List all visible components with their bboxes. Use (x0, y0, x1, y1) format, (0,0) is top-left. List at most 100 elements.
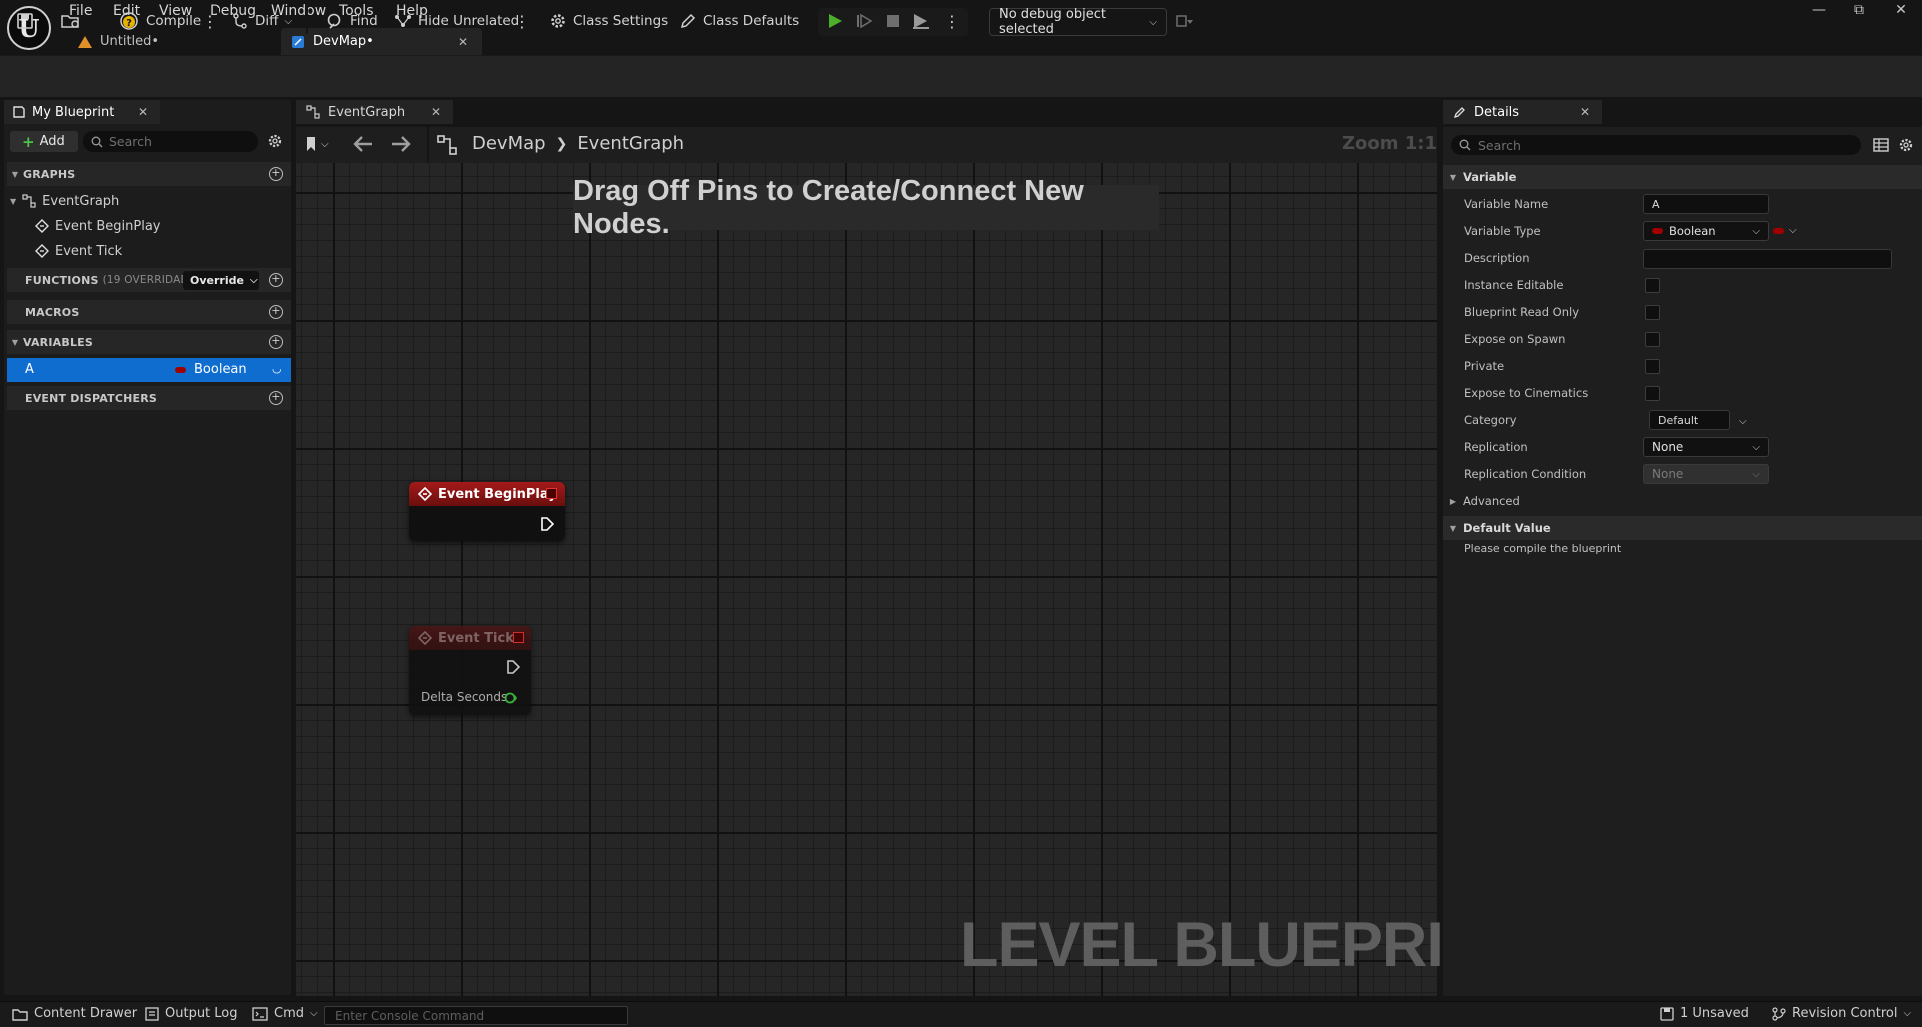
tab-details[interactable]: Details ✕ (1443, 100, 1602, 124)
content-drawer-button[interactable]: Content Drawer (12, 1006, 137, 1021)
compile-button[interactable]: ? Compile (118, 6, 201, 36)
section-variable[interactable]: ▼ Variable (1443, 165, 1922, 189)
add-dispatcher-icon[interactable]: + (269, 391, 283, 405)
stop-button[interactable] (884, 6, 902, 36)
replication-condition-dropdown[interactable]: None ⌵ (1643, 464, 1769, 484)
add-function-icon[interactable]: + (269, 273, 283, 287)
private-checkbox[interactable] (1645, 359, 1660, 374)
section-variables[interactable]: ▼ VARIABLES + (7, 330, 291, 354)
debug-object-select[interactable]: No debug object selected ⌵ (989, 7, 1167, 37)
expand-arrow-icon: ▶ (1449, 496, 1457, 506)
graph-icon (306, 105, 320, 119)
variable-name-input[interactable]: A (1643, 194, 1769, 214)
revision-control-dropdown[interactable]: Revision Control ⌵ (1772, 1006, 1911, 1021)
graph-header (296, 127, 1437, 163)
expose-on-spawn-checkbox[interactable] (1645, 332, 1660, 347)
collapse-arrow-icon: ▼ (11, 169, 19, 179)
close-icon[interactable]: ✕ (431, 105, 441, 119)
compile-options-button[interactable]: ⋮ (202, 6, 218, 36)
close-icon[interactable]: ✕ (1580, 105, 1590, 119)
graph-hierarchy-button[interactable] (437, 135, 457, 155)
step-button[interactable] (855, 6, 873, 36)
search-input[interactable]: Search (83, 131, 258, 152)
override-dropdown[interactable]: Override ⌵ (183, 271, 259, 290)
eject-button[interactable] (911, 6, 931, 36)
graph-hint: Drag Off Pins to Create/Connect New Node… (573, 175, 1159, 240)
add-macro-icon[interactable]: + (269, 305, 283, 319)
debug-filter-button[interactable] (1175, 6, 1195, 36)
close-icon[interactable]: ✕ (458, 35, 468, 49)
delegate-pin-icon[interactable] (513, 632, 524, 643)
find-button[interactable]: Find (326, 6, 378, 36)
section-macros[interactable]: MACROS + (7, 300, 291, 324)
bookmark-button[interactable]: ⌵ (305, 136, 329, 152)
diff-button[interactable]: Diff ⌵ (231, 6, 292, 36)
cmd-dropdown[interactable]: Cmd ⌵ (252, 1006, 318, 1021)
add-button[interactable]: + Add (10, 131, 78, 152)
graph-canvas[interactable] (296, 163, 1437, 996)
tab-my-blueprint[interactable]: My Blueprint ✕ (4, 100, 160, 124)
exec-pin-icon[interactable] (506, 659, 520, 675)
eye-icon[interactable]: ◡ (272, 362, 282, 375)
restore-icon[interactable]: ⧉ (1849, 2, 1869, 22)
section-event-dispatchers[interactable]: EVENT DISPATCHERS + (7, 386, 291, 410)
output-log-button[interactable]: Output Log (145, 1006, 238, 1021)
tree-item-event-beginplay[interactable]: Event BeginPlay (35, 215, 161, 237)
prop-label-instance-editable: Instance Editable (1464, 278, 1564, 292)
section-advanced-label: Advanced (1463, 494, 1520, 508)
forward-button[interactable] (390, 134, 412, 154)
hide-unrelated-options-button[interactable]: ⋮ (514, 6, 530, 36)
section-advanced[interactable]: ▶ Advanced (1443, 489, 1922, 513)
container-type-dropdown[interactable]: ⌵ (1773, 225, 1797, 236)
play-button[interactable] (826, 6, 844, 36)
category-dropdown[interactable]: ⌵ (1739, 413, 1747, 427)
minimize-icon[interactable]: — (1809, 2, 1829, 22)
save-button[interactable] (16, 6, 34, 36)
class-defaults-button[interactable]: Class Defaults (679, 6, 799, 36)
section-default-value[interactable]: ▼ Default Value (1443, 516, 1922, 540)
tree-item-event-tick[interactable]: Event Tick (35, 240, 122, 262)
expose-to-cinematics-checkbox[interactable] (1645, 386, 1660, 401)
content-drawer-icon (12, 1008, 28, 1021)
variable-row[interactable]: A Boolean ◡ (7, 358, 291, 382)
add-variable-icon[interactable]: + (269, 335, 283, 349)
tree-item-eventgraph[interactable]: ▼ EventGraph (10, 190, 119, 212)
variable-type: Boolean (194, 362, 247, 377)
section-graphs[interactable]: ▼ GRAPHS + (7, 162, 291, 186)
node-event-tick[interactable]: Event Tick Delta Seconds (409, 626, 531, 715)
hide-unrelated-button[interactable]: Hide Unrelated (394, 6, 519, 36)
console-command-input[interactable]: Enter Console Command (324, 1006, 628, 1025)
close-window-icon[interactable]: ✕ (1891, 2, 1911, 22)
back-button[interactable] (352, 134, 374, 154)
class-settings-button[interactable]: Class Settings (549, 6, 668, 36)
delegate-pin-icon[interactable] (546, 488, 557, 499)
category-input[interactable]: Default (1649, 410, 1730, 430)
breadcrumb-devmap[interactable]: DevMap (472, 133, 546, 154)
details-settings-button[interactable] (1898, 137, 1914, 153)
exec-pin-icon[interactable] (540, 516, 554, 532)
property-matrix-button[interactable] (1873, 137, 1889, 153)
breadcrumb-eventgraph[interactable]: EventGraph (577, 133, 684, 154)
add-graph-icon[interactable]: + (269, 167, 283, 181)
play-options-button[interactable]: ⋮ (944, 6, 960, 36)
chevron-down-icon: ⌵ (1739, 416, 1747, 427)
unsaved-button[interactable]: 1 Unsaved (1660, 1006, 1749, 1021)
settings-button[interactable] (267, 133, 283, 149)
close-icon[interactable]: ✕ (138, 105, 148, 119)
output-log-label: Output Log (165, 1006, 238, 1021)
collapse-arrow-icon: ▼ (1449, 523, 1457, 533)
browse-button[interactable] (60, 6, 82, 36)
collapse-arrow-icon: ▼ (1449, 172, 1457, 182)
node-event-beginplay[interactable]: Event BeginPlay (409, 482, 565, 541)
blueprint-read-only-checkbox[interactable] (1645, 305, 1660, 320)
variable-type-dropdown[interactable]: Boolean ⌵ (1643, 221, 1769, 241)
console-placeholder: Enter Console Command (335, 1008, 485, 1023)
float-pin-icon[interactable] (504, 692, 518, 704)
debug-object-label: No debug object selected (999, 7, 1106, 37)
search-placeholder: Search (1478, 137, 1521, 153)
instance-editable-checkbox[interactable] (1645, 278, 1660, 293)
description-input[interactable] (1643, 249, 1892, 269)
details-search-input[interactable]: Search (1451, 135, 1861, 155)
replication-dropdown[interactable]: None ⌵ (1643, 437, 1769, 457)
tab-eventgraph[interactable]: EventGraph ✕ (296, 100, 453, 124)
